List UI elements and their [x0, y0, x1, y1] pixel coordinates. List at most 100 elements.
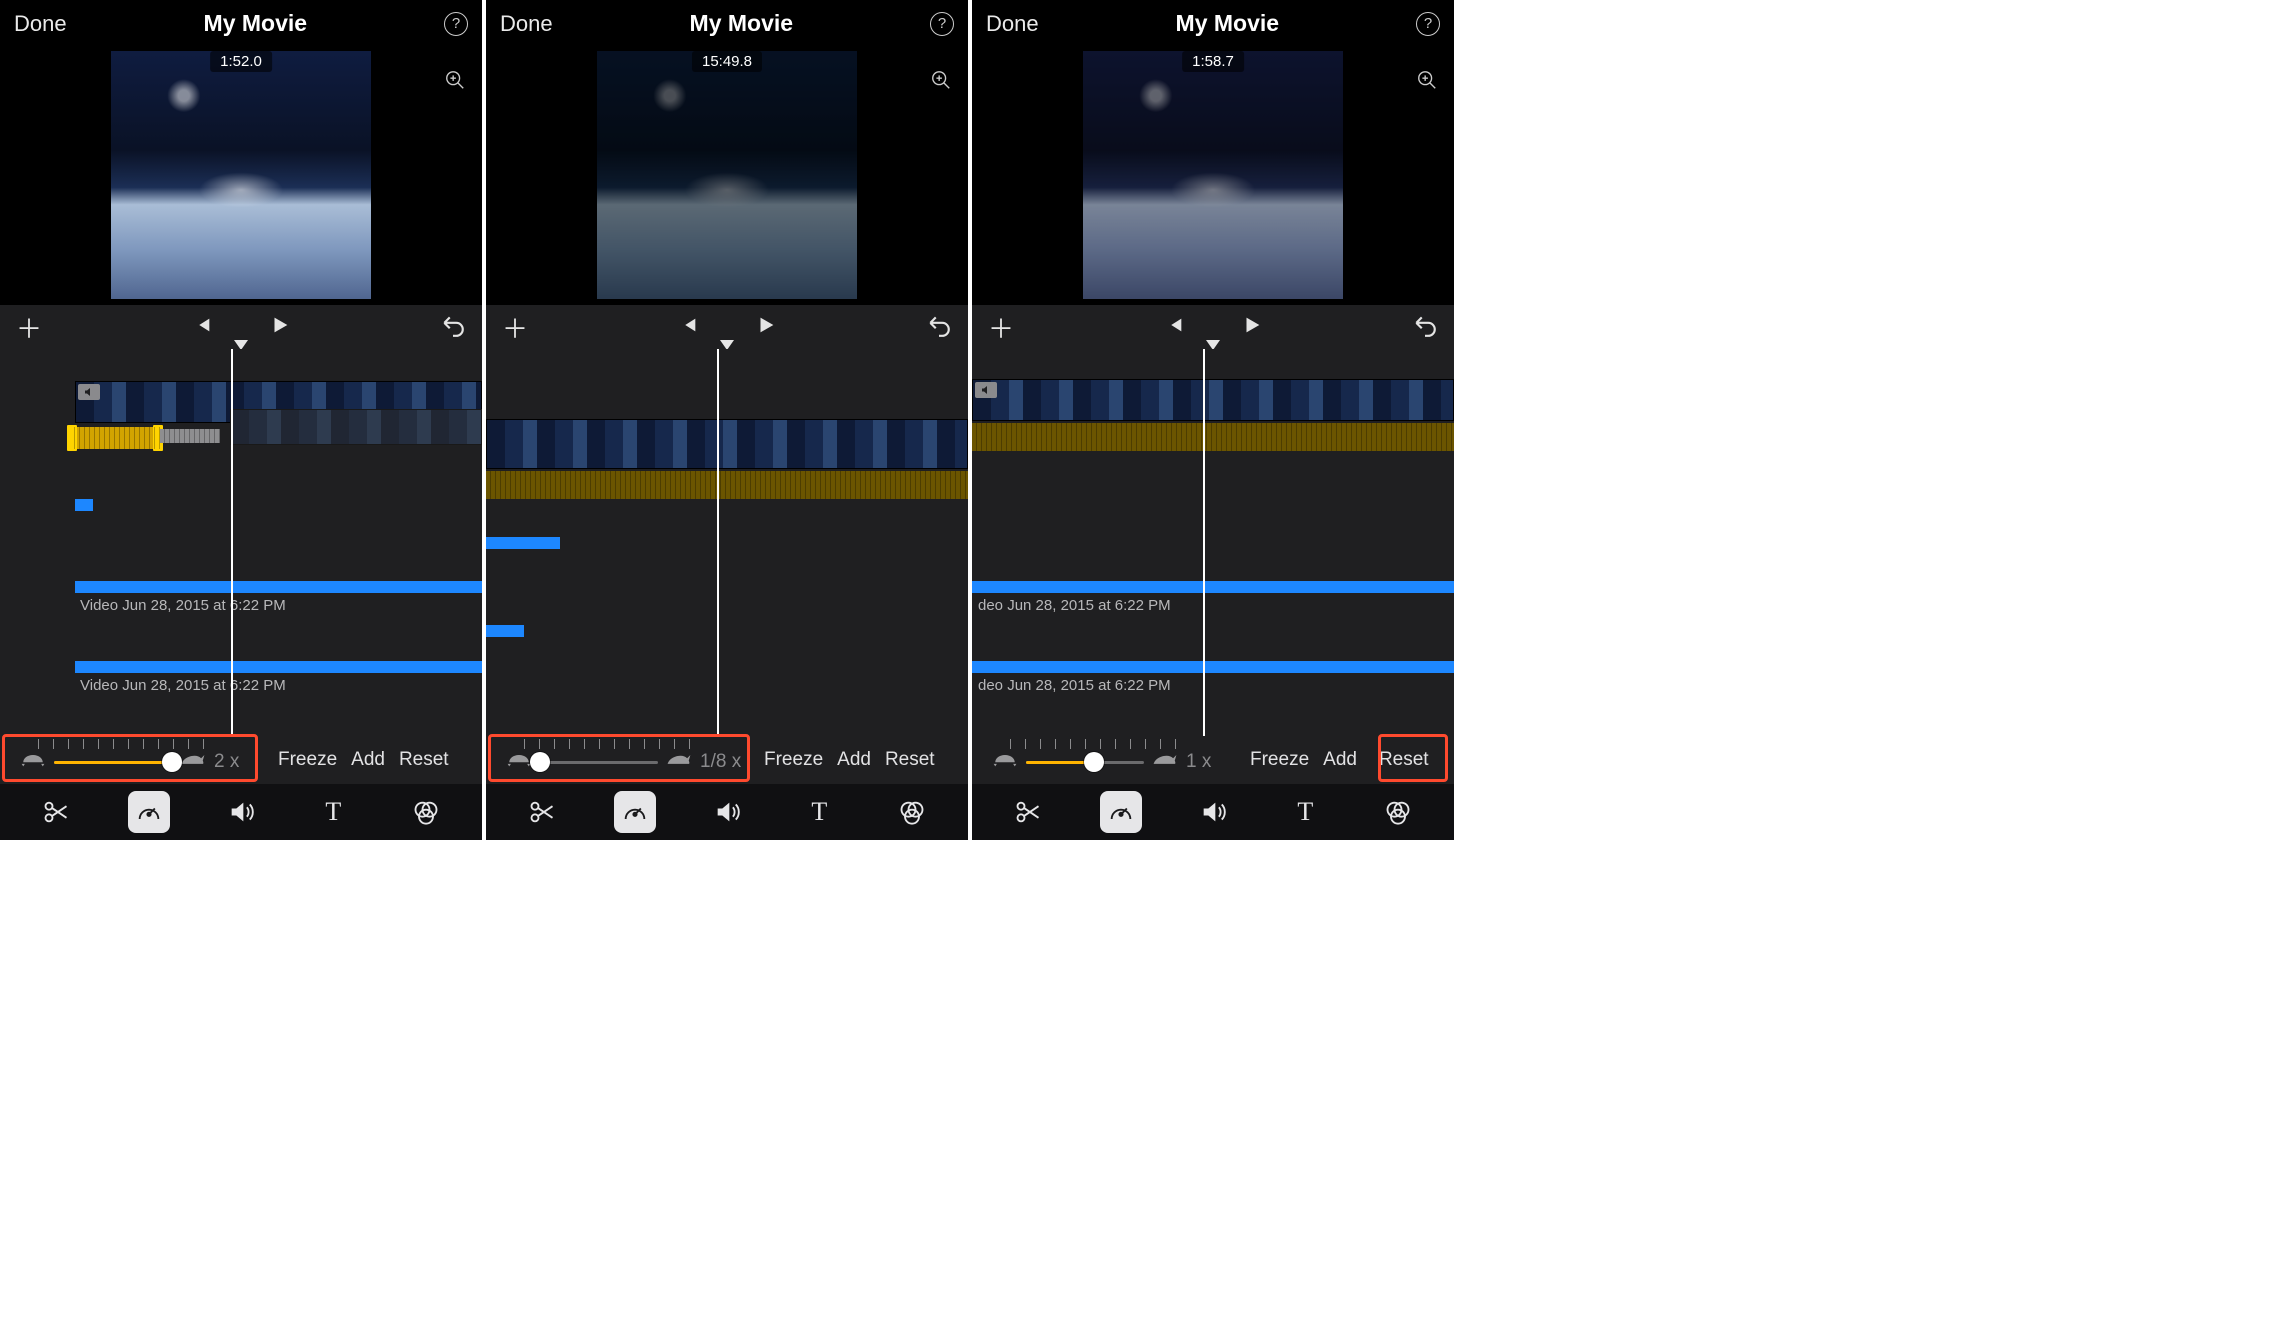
- play-button[interactable]: [1241, 314, 1263, 341]
- header: Done My Movie ?: [0, 0, 482, 45]
- reset-speed-button[interactable]: Reset: [399, 749, 449, 771]
- filters-tool[interactable]: [405, 791, 447, 833]
- add-media-button[interactable]: ＋: [16, 309, 42, 346]
- timeline[interactable]: [486, 349, 968, 736]
- skip-to-start-button[interactable]: [1163, 314, 1185, 341]
- edit-toolbar: T: [486, 784, 968, 840]
- editor-panel: Done My Movie ? 1:52.0 ＋ Video Jun 28, 2…: [0, 0, 482, 840]
- turtle-icon: [992, 749, 1018, 775]
- add-media-button[interactable]: ＋: [988, 309, 1014, 346]
- titles-tool[interactable]: T: [312, 791, 354, 833]
- video-preview[interactable]: [597, 51, 857, 299]
- skip-to-start-button[interactable]: [677, 314, 699, 341]
- slider-thumb[interactable]: [1084, 752, 1104, 772]
- speed-segment-slow[interactable]: [486, 471, 968, 499]
- speed-controls: 2 x Freeze Add Reset: [0, 736, 482, 784]
- reset-speed-button[interactable]: Reset: [1371, 743, 1437, 777]
- undo-button[interactable]: [440, 312, 466, 343]
- audio-track-1[interactable]: [75, 581, 482, 593]
- playhead[interactable]: [1203, 349, 1205, 736]
- mute-icon: [975, 382, 997, 398]
- freeze-button[interactable]: Freeze: [1250, 749, 1309, 771]
- speedometer-tool[interactable]: [614, 791, 656, 833]
- header: Done My Movie ?: [972, 0, 1454, 45]
- zoom-button[interactable]: [442, 67, 468, 93]
- transport-bar: ＋: [972, 305, 1454, 349]
- turtle-icon: [506, 749, 532, 775]
- timeline[interactable]: deo Jun 28, 2015 at 6:22 PM deo Jun 28, …: [972, 349, 1454, 736]
- titles-tool[interactable]: T: [1284, 791, 1326, 833]
- filters-tool[interactable]: [891, 791, 933, 833]
- clip-label: deo Jun 28, 2015 at 6:22 PM: [978, 677, 1171, 694]
- volume-tool[interactable]: [220, 791, 262, 833]
- volume-tool[interactable]: [706, 791, 748, 833]
- play-button[interactable]: [269, 314, 291, 341]
- speedometer-tool[interactable]: [128, 791, 170, 833]
- rabbit-icon: [180, 749, 206, 775]
- playhead[interactable]: [231, 349, 233, 736]
- volume-tool[interactable]: [1192, 791, 1234, 833]
- project-title: My Movie: [204, 10, 308, 37]
- add-speed-button[interactable]: Add: [837, 749, 871, 771]
- timecode-badge: 1:58.7: [1182, 51, 1244, 72]
- reset-speed-button[interactable]: Reset: [885, 749, 935, 771]
- audio-track-2[interactable]: [972, 661, 1454, 673]
- zoom-button[interactable]: [1414, 67, 1440, 93]
- play-button[interactable]: [755, 314, 777, 341]
- audio-stub-1[interactable]: [486, 537, 560, 549]
- audio-stub[interactable]: [75, 499, 93, 511]
- undo-button[interactable]: [926, 312, 952, 343]
- preview-area: 1:52.0: [0, 45, 482, 305]
- preview-area: 1:58.7: [972, 45, 1454, 305]
- audio-stub-2[interactable]: [486, 625, 524, 637]
- rabbit-icon: [1152, 749, 1178, 775]
- help-button[interactable]: ?: [930, 12, 954, 36]
- freeze-button[interactable]: Freeze: [278, 749, 337, 771]
- scissors-tool[interactable]: [1007, 791, 1049, 833]
- speed-slider[interactable]: [540, 761, 658, 764]
- speed-multiplier: 1 x: [1186, 751, 1230, 773]
- video-clip[interactable]: [486, 419, 968, 469]
- edit-toolbar: T: [0, 784, 482, 840]
- titles-tool[interactable]: T: [798, 791, 840, 833]
- filters-tool[interactable]: [1377, 791, 1419, 833]
- skip-to-start-button[interactable]: [191, 314, 213, 341]
- speedometer-tool[interactable]: [1100, 791, 1142, 833]
- transport-bar: ＋: [0, 305, 482, 349]
- video-preview[interactable]: [111, 51, 371, 299]
- freeze-button[interactable]: Freeze: [764, 749, 823, 771]
- done-button[interactable]: Done: [500, 11, 553, 37]
- undo-button[interactable]: [1412, 312, 1438, 343]
- done-button[interactable]: Done: [986, 11, 1039, 37]
- playhead[interactable]: [717, 349, 719, 736]
- clip-label: Video Jun 28, 2015 at 6:22 PM: [80, 597, 286, 614]
- video-preview[interactable]: [1083, 51, 1343, 299]
- help-button[interactable]: ?: [1416, 12, 1440, 36]
- video-clip[interactable]: [972, 379, 1454, 421]
- add-speed-button[interactable]: Add: [351, 749, 385, 771]
- slider-thumb[interactable]: [162, 752, 182, 772]
- zoom-button[interactable]: [928, 67, 954, 93]
- audio-track-1[interactable]: [972, 581, 1454, 593]
- scissors-tool[interactable]: [521, 791, 563, 833]
- speed-controls: 1 x Freeze Add Reset: [972, 736, 1454, 784]
- speed-handle-left[interactable]: [67, 425, 77, 451]
- speed-segment[interactable]: [972, 423, 1454, 451]
- add-speed-button[interactable]: Add: [1323, 749, 1357, 771]
- timecode-badge: 15:49.8: [692, 51, 762, 72]
- speed-slider[interactable]: [54, 761, 172, 764]
- help-button[interactable]: ?: [444, 12, 468, 36]
- speed-segment-normal[interactable]: [160, 429, 220, 443]
- slider-ticks: [1010, 739, 1186, 749]
- audio-track-2[interactable]: [75, 661, 482, 673]
- project-title: My Movie: [1176, 10, 1280, 37]
- done-button[interactable]: Done: [14, 11, 67, 37]
- add-media-button[interactable]: ＋: [502, 309, 528, 346]
- scissors-tool[interactable]: [35, 791, 77, 833]
- rabbit-icon: [666, 749, 692, 775]
- speed-segment-fast[interactable]: [70, 427, 160, 449]
- timeline[interactable]: Video Jun 28, 2015 at 6:22 PM Video Jun …: [0, 349, 482, 736]
- project-title: My Movie: [690, 10, 794, 37]
- slider-thumb[interactable]: [530, 752, 550, 772]
- speed-slider[interactable]: [1026, 761, 1144, 764]
